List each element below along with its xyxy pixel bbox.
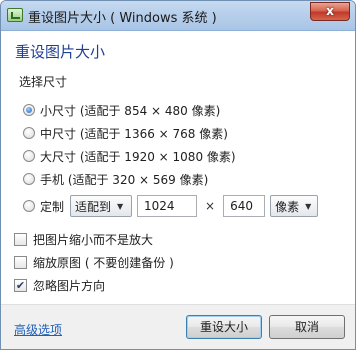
picture-resize-icon bbox=[7, 8, 23, 22]
close-button[interactable]: x bbox=[310, 2, 350, 21]
size-option-medium[interactable]: 中尺寸 (适配于 1366 × 768 像素) bbox=[23, 123, 228, 143]
chevron-down-icon: ▼ bbox=[117, 201, 124, 211]
radio-button[interactable] bbox=[23, 150, 35, 162]
resize-dialog: 重设图片大小 ( Windows 系统 ) x 重设图片大小 选择尺寸 小尺寸 … bbox=[0, 0, 356, 350]
custom-label: 定制 bbox=[40, 199, 65, 214]
option-resize-original[interactable]: 缩放原图 ( 不要创建备份 ) bbox=[14, 252, 174, 272]
checkbox-label: 缩放原图 ( 不要创建备份 ) bbox=[33, 255, 174, 270]
cancel-button[interactable]: 取消 bbox=[269, 315, 345, 339]
size-option-mobile[interactable]: 手机 (适配于 320 × 569 像素) bbox=[23, 169, 208, 189]
radio-button[interactable] bbox=[23, 127, 35, 139]
dialog-heading: 重设图片大小 bbox=[15, 43, 106, 61]
checkbox-label: 把图片缩小而不是放大 bbox=[33, 232, 154, 247]
height-input[interactable]: 640 bbox=[223, 195, 266, 217]
chevron-down-icon: ▼ bbox=[305, 201, 312, 211]
option-ignore-orientation[interactable]: ✔ 忽略图片方向 bbox=[14, 275, 105, 295]
size-option-small[interactable]: 小尺寸 (适配于 854 × 480 像素) bbox=[23, 100, 220, 120]
width-value: 1024 bbox=[144, 199, 175, 213]
fit-mode-dropdown[interactable]: 适配到 ▼ bbox=[70, 195, 133, 217]
unit-dropdown[interactable]: 像素 ▼ bbox=[270, 195, 319, 217]
checkbox[interactable]: ✔ bbox=[14, 278, 27, 292]
window-title: 重设图片大小 ( Windows 系统 ) bbox=[28, 11, 217, 26]
radio-button[interactable] bbox=[23, 104, 35, 116]
title-bar[interactable]: 重设图片大小 ( Windows 系统 ) x bbox=[1, 1, 355, 31]
times-symbol: × bbox=[205, 199, 216, 213]
unit-value: 像素 bbox=[275, 199, 300, 214]
size-option-label: 手机 (适配于 320 × 569 像素) bbox=[40, 172, 209, 187]
size-option-label: 中尺寸 (适配于 1366 × 768 像素) bbox=[40, 126, 228, 141]
size-option-custom[interactable]: 定制 适配到 ▼ 1024 × 640 像素 ▼ bbox=[23, 194, 319, 218]
checkbox[interactable] bbox=[14, 255, 27, 269]
close-icon: x bbox=[326, 4, 334, 18]
option-shrink-only[interactable]: 把图片缩小而不是放大 bbox=[14, 229, 153, 249]
checkbox-label: 忽略图片方向 bbox=[33, 278, 106, 293]
width-input[interactable]: 1024 bbox=[137, 195, 198, 217]
checkmark-icon: ✔ bbox=[15, 278, 26, 292]
radio-button[interactable] bbox=[23, 173, 35, 185]
dialog-footer: 高级选项 重设大小 取消 bbox=[1, 304, 355, 349]
size-section-label: 选择尺寸 bbox=[19, 75, 68, 89]
size-option-large[interactable]: 大尺寸 (适配于 1920 × 1080 像素) bbox=[23, 146, 236, 166]
size-option-label: 大尺寸 (适配于 1920 × 1080 像素) bbox=[40, 149, 236, 164]
fit-mode-value: 适配到 bbox=[75, 199, 112, 214]
size-option-label: 小尺寸 (适配于 854 × 480 像素) bbox=[40, 103, 221, 118]
advanced-options-link[interactable]: 高级选项 bbox=[14, 321, 62, 338]
radio-button[interactable] bbox=[23, 200, 35, 212]
resize-button[interactable]: 重设大小 bbox=[186, 315, 262, 339]
checkbox[interactable] bbox=[14, 232, 27, 246]
height-value: 640 bbox=[230, 199, 253, 213]
